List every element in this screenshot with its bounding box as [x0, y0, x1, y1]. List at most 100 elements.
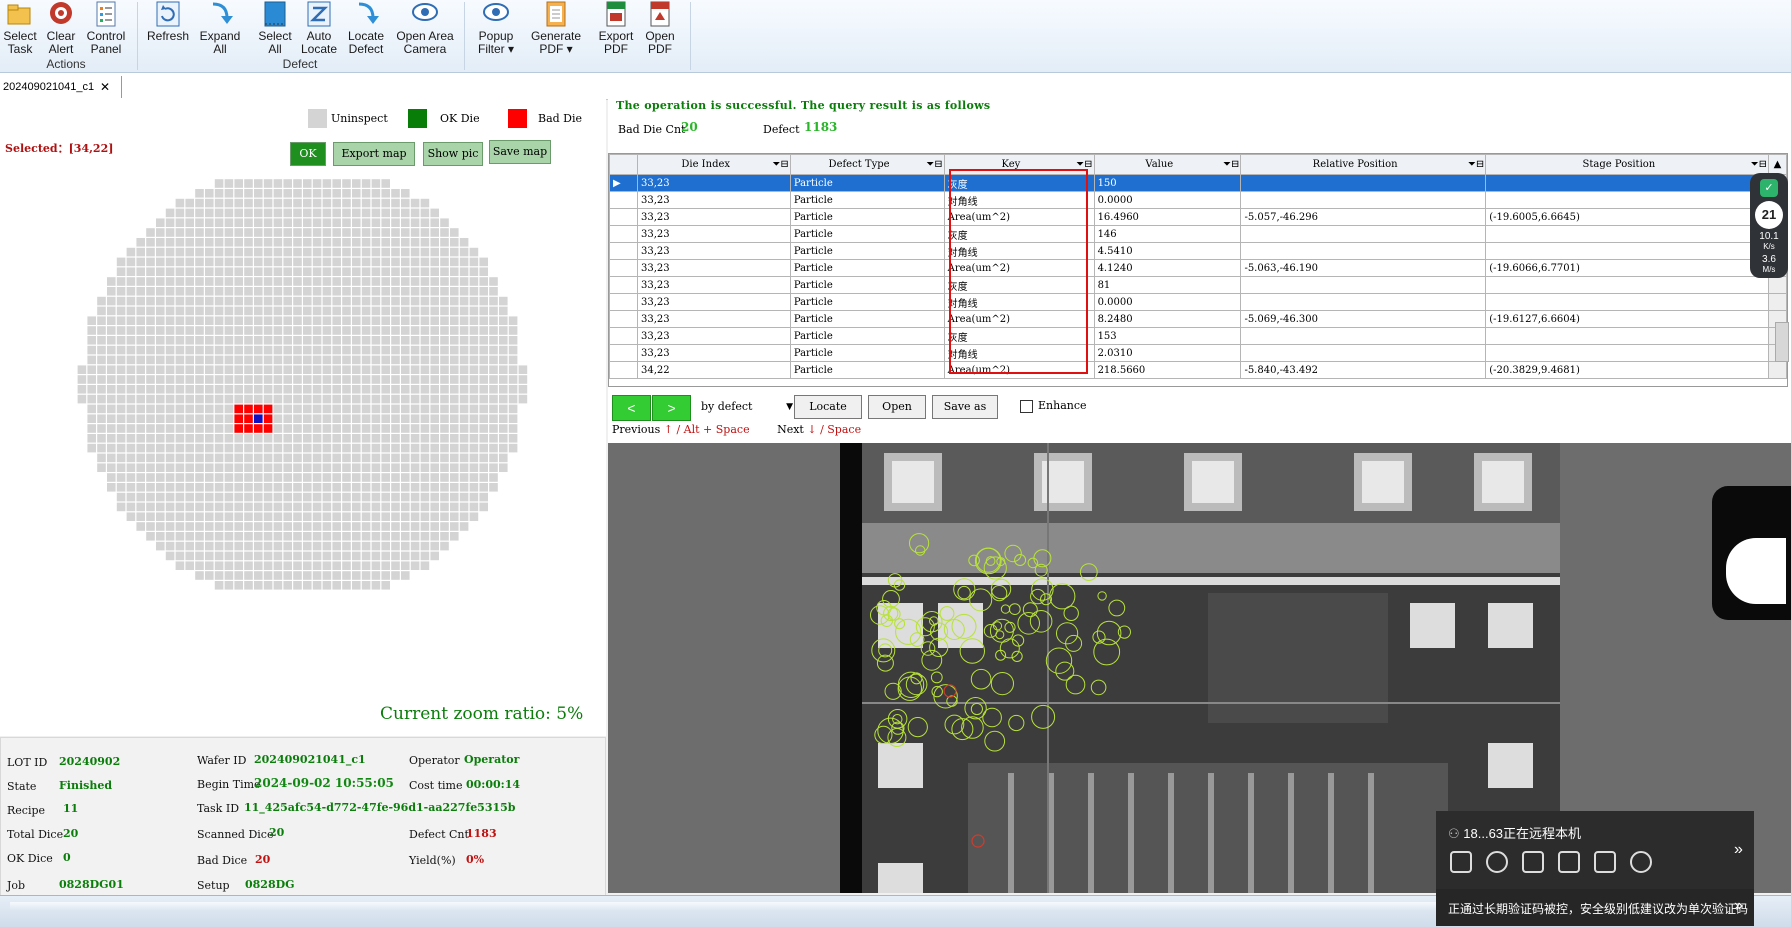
wafer-die[interactable] [214, 326, 224, 335]
wafer-die[interactable] [146, 522, 155, 531]
wafer-die[interactable] [410, 306, 420, 316]
wafer-die[interactable] [401, 502, 410, 512]
table-cell[interactable] [1485, 174, 1769, 192]
wafer-die[interactable] [116, 443, 126, 453]
row-indicator[interactable] [609, 276, 638, 294]
wafer-die[interactable] [165, 453, 175, 463]
wafer-die[interactable] [440, 404, 449, 414]
row-indicator[interactable] [609, 361, 638, 379]
wafer-die[interactable] [303, 189, 312, 198]
wafer-die[interactable] [352, 483, 361, 492]
wafer-die[interactable] [410, 208, 420, 218]
wafer-die[interactable] [381, 532, 390, 541]
wafer-die[interactable] [450, 238, 459, 247]
table-cell[interactable]: 33,23 [636, 327, 791, 345]
wafer-die[interactable] [224, 385, 234, 394]
table-cell[interactable]: 16.4960 [1093, 208, 1242, 226]
wafer-die[interactable] [283, 473, 292, 482]
wafer-die[interactable] [175, 326, 185, 335]
wafer-die[interactable] [469, 287, 479, 296]
wafer-die[interactable] [450, 532, 459, 541]
wafer-die[interactable] [254, 228, 263, 237]
wafer-die[interactable] [185, 345, 194, 355]
wafer-die[interactable] [107, 463, 116, 472]
wafer-die[interactable] [165, 463, 175, 472]
wafer-die[interactable] [165, 238, 175, 247]
wafer-die[interactable] [293, 394, 302, 404]
wafer-die[interactable] [508, 414, 518, 423]
wafer-die[interactable] [381, 267, 390, 276]
wafer-die[interactable] [440, 316, 449, 325]
wafer-die[interactable] [361, 394, 371, 404]
wafer-die[interactable] [136, 483, 145, 492]
wafer-die[interactable] [214, 443, 224, 453]
wafer-die[interactable] [175, 541, 185, 551]
wafer-die[interactable] [322, 277, 332, 286]
wafer-die[interactable] [342, 502, 351, 512]
wafer-die[interactable] [244, 512, 253, 521]
wafer-die[interactable] [410, 512, 420, 521]
column-header[interactable]: Die Index ⏷⊟ [636, 154, 791, 175]
wafer-die[interactable] [146, 502, 155, 512]
wafer-die[interactable] [322, 532, 332, 541]
wafer-die[interactable] [361, 208, 371, 218]
wafer-die[interactable] [322, 512, 332, 521]
wafer-die[interactable] [126, 345, 136, 355]
wafer-die[interactable] [244, 581, 253, 590]
table-row[interactable]: 33,23 Particle 灰度 81 [609, 276, 1787, 294]
wafer-die[interactable] [195, 571, 204, 580]
wafer-die[interactable] [283, 522, 292, 531]
wafer-die[interactable] [508, 336, 518, 345]
wafer-die[interactable] [116, 257, 126, 267]
wafer-die[interactable] [322, 571, 332, 580]
row-indicator[interactable] [609, 344, 638, 362]
wafer-die[interactable] [420, 296, 430, 306]
wafer-die[interactable] [234, 512, 243, 521]
wafer-die[interactable] [224, 228, 234, 237]
wafer-die[interactable] [430, 502, 439, 512]
wafer-die[interactable] [156, 473, 165, 482]
wafer-die[interactable] [430, 424, 439, 433]
wafer-die[interactable] [234, 208, 243, 218]
wafer-die[interactable] [381, 345, 390, 355]
wafer-die[interactable] [420, 512, 430, 521]
wafer-die[interactable] [303, 424, 312, 433]
wafer-die[interactable] [303, 571, 312, 580]
wafer-die[interactable] [224, 414, 234, 423]
wafer-die[interactable] [195, 365, 204, 374]
wafer-die[interactable] [518, 375, 528, 384]
wafer-die[interactable] [254, 483, 263, 492]
network-monitor-widget[interactable]: ✓ 21 10.1 K/s 3.6 M/s [1750, 173, 1788, 278]
table-row[interactable]: 33,23 Particle 对角线 0.0000 [609, 293, 1787, 311]
scrollbar-track[interactable] [1767, 276, 1787, 294]
wafer-die[interactable] [312, 296, 322, 306]
table-cell[interactable]: 33,23 [636, 293, 791, 311]
wafer-die[interactable] [293, 414, 302, 423]
wafer-die[interactable] [136, 434, 145, 443]
wafer-die[interactable] [391, 512, 400, 521]
wafer-die[interactable] [273, 551, 283, 561]
table-cell[interactable]: Particle [789, 361, 945, 379]
wafer-die[interactable] [440, 394, 449, 404]
wafer-die[interactable] [401, 473, 410, 482]
wafer-die[interactable] [175, 306, 185, 316]
wafer-die[interactable] [322, 424, 332, 433]
wafer-die[interactable] [430, 443, 439, 453]
wafer-die[interactable] [156, 257, 165, 267]
wafer-die[interactable] [146, 336, 155, 345]
wafer-die[interactable] [410, 404, 420, 414]
wafer-die[interactable] [410, 522, 420, 531]
wafer-die[interactable] [430, 277, 439, 286]
wafer-die[interactable] [332, 394, 341, 404]
wafer-die[interactable] [214, 267, 224, 276]
wafer-die[interactable] [322, 267, 332, 276]
wafer-die[interactable] [214, 522, 224, 531]
wafer-die[interactable] [283, 541, 292, 551]
wafer-die[interactable] [293, 541, 302, 551]
wafer-die[interactable] [156, 355, 165, 365]
wafer-die[interactable] [224, 326, 234, 335]
wafer-die[interactable] [175, 365, 185, 374]
wafer-die[interactable] [381, 453, 390, 463]
wafer-die[interactable] [352, 551, 361, 561]
row-indicator[interactable] [609, 225, 638, 243]
